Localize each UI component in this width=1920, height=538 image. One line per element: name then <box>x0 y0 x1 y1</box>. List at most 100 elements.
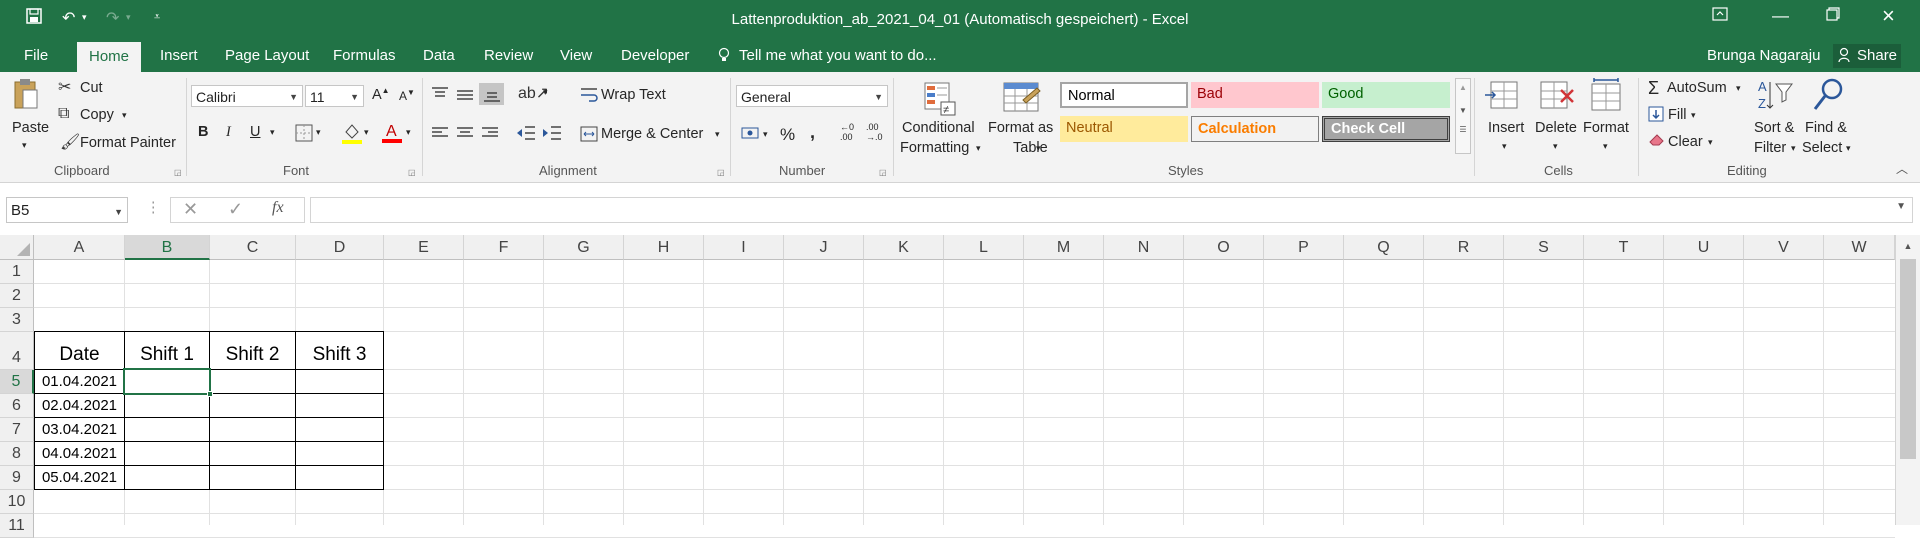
eraser-icon[interactable] <box>1648 132 1666 149</box>
tell-me-search[interactable]: Tell me what you want to do... <box>739 47 937 64</box>
merge-center-button[interactable]: Merge & Center <box>601 126 703 142</box>
column-header-e[interactable]: E <box>384 235 464 260</box>
scroll-down-icon[interactable]: ▼ <box>1456 106 1470 115</box>
wrap-text-icon[interactable] <box>580 87 598 106</box>
borders-icon[interactable] <box>295 124 313 145</box>
copy-dropdown-icon[interactable]: ▾ <box>122 110 127 121</box>
row-header-1[interactable]: 1 <box>0 260 34 284</box>
fill-color-icon[interactable] <box>342 122 362 147</box>
cell-d8[interactable] <box>295 441 384 466</box>
enter-icon[interactable]: ✓ <box>228 199 243 220</box>
column-header-t[interactable]: T <box>1584 235 1664 260</box>
align-middle-icon[interactable] <box>456 87 474 104</box>
wrap-text-button[interactable]: Wrap Text <box>601 87 666 103</box>
align-center-icon[interactable] <box>456 126 474 143</box>
sort-filter-label-1[interactable]: Sort & <box>1754 120 1794 136</box>
sort-filter-icon[interactable]: AZ <box>1758 78 1794 117</box>
orientation-dropdown-icon[interactable]: ▾ <box>543 87 548 98</box>
conditional-formatting-icon[interactable]: ≠ <box>924 82 956 119</box>
fill-handle[interactable] <box>207 391 213 397</box>
increase-font-icon[interactable]: A▲ <box>372 86 390 103</box>
clear-dropdown-icon[interactable]: ▾ <box>1708 137 1713 148</box>
row-header-8[interactable]: 8 <box>0 442 34 466</box>
decrease-decimal-icon[interactable]: .00 →.0 <box>866 122 883 142</box>
header-cell-d4[interactable]: Shift 3 <box>295 331 384 370</box>
scroll-up-icon[interactable]: ▲ <box>1896 241 1920 251</box>
cell-c8[interactable] <box>209 441 296 466</box>
header-cell-a4[interactable]: Date <box>34 331 125 370</box>
format-painter-button[interactable]: Format Painter <box>80 135 176 151</box>
cut-button[interactable]: Cut <box>80 80 103 96</box>
decrease-indent-icon[interactable] <box>516 125 536 144</box>
find-select-label-2[interactable]: Select <box>1802 140 1842 156</box>
row-header-5[interactable]: 5 <box>0 370 34 394</box>
scrollbar-thumb[interactable] <box>1900 259 1916 459</box>
align-bottom-button[interactable] <box>479 83 504 105</box>
cell-c5[interactable] <box>209 369 296 394</box>
conditional-formatting-label-1[interactable]: Conditional <box>902 120 975 136</box>
autosum-dropdown-icon[interactable]: ▾ <box>1736 83 1741 94</box>
accounting-format-icon[interactable] <box>741 125 761 144</box>
date-cell-a9[interactable]: 05.04.2021 <box>34 465 125 490</box>
row-header-6[interactable]: 6 <box>0 394 34 418</box>
font-color-dropdown-icon[interactable]: ▾ <box>406 127 411 138</box>
cell-d9[interactable] <box>295 465 384 490</box>
row-header-3[interactable]: 3 <box>0 308 34 332</box>
cell-c7[interactable] <box>209 417 296 442</box>
underline-button[interactable]: U <box>250 124 260 140</box>
paste-dropdown-icon[interactable]: ▾ <box>22 140 27 151</box>
column-header-l[interactable]: L <box>944 235 1024 260</box>
cancel-icon[interactable]: ✕ <box>183 199 198 220</box>
underline-dropdown-icon[interactable]: ▾ <box>270 127 275 138</box>
decrease-font-icon[interactable]: A▼ <box>399 88 415 103</box>
tab-review[interactable]: Review <box>484 47 533 64</box>
scroll-up-icon[interactable]: ▲ <box>1456 83 1470 92</box>
paste-label[interactable]: Paste <box>12 120 49 136</box>
date-cell-a7[interactable]: 03.04.2021 <box>34 417 125 442</box>
column-header-c[interactable]: C <box>210 235 296 260</box>
cell-d7[interactable] <box>295 417 384 442</box>
column-header-m[interactable]: M <box>1024 235 1104 260</box>
cut-icon[interactable]: ✂ <box>58 77 71 97</box>
format-painter-icon[interactable]: 🖌 <box>60 132 80 152</box>
row-header-7[interactable]: 7 <box>0 418 34 442</box>
styles-gallery-scroll[interactable]: ▲ ▼ ☰ <box>1455 78 1471 154</box>
insert-function-button[interactable]: fx <box>272 199 284 217</box>
style-check-cell[interactable]: Check Cell <box>1322 116 1450 142</box>
font-name-select[interactable]: Calibri ▼ <box>191 85 303 107</box>
column-header-s[interactable]: S <box>1504 235 1584 260</box>
paste-icon[interactable] <box>13 78 39 115</box>
tab-data[interactable]: Data <box>423 47 455 64</box>
cell-b7[interactable] <box>124 417 210 442</box>
column-header-p[interactable]: P <box>1264 235 1344 260</box>
format-as-table-label-1[interactable]: Format as <box>988 120 1053 136</box>
tab-file[interactable]: File <box>24 47 48 64</box>
fill-button[interactable]: Fill <box>1668 107 1687 123</box>
column-header-g[interactable]: G <box>544 235 624 260</box>
number-launcher-icon[interactable]: ◲ <box>879 168 887 177</box>
column-header-o[interactable]: O <box>1184 235 1264 260</box>
format-cells-button[interactable]: Format <box>1583 120 1629 136</box>
align-top-icon[interactable] <box>431 87 449 104</box>
close-icon[interactable]: × <box>1882 3 1895 29</box>
row-header-10[interactable]: 10 <box>0 490 34 514</box>
delete-dropdown-icon[interactable]: ▾ <box>1553 141 1558 152</box>
delete-cells-icon[interactable] <box>1539 80 1577 115</box>
find-select-icon[interactable] <box>1812 77 1844 116</box>
column-header-f[interactable]: F <box>464 235 544 260</box>
ribbon-display-options-icon[interactable] <box>1712 6 1728 26</box>
italic-button[interactable]: I <box>226 124 231 141</box>
font-size-select[interactable]: 11 ▼ <box>305 85 364 107</box>
insert-cells-icon[interactable] <box>1485 80 1523 115</box>
tab-insert[interactable]: Insert <box>160 47 198 64</box>
tab-formulas[interactable]: Formulas <box>333 47 396 64</box>
vertical-scrollbar[interactable]: ▲ <box>1895 235 1920 525</box>
column-header-a[interactable]: A <box>34 235 125 260</box>
date-cell-a6[interactable]: 02.04.2021 <box>34 393 125 418</box>
column-header-q[interactable]: Q <box>1344 235 1424 260</box>
date-cell-a8[interactable]: 04.04.2021 <box>34 441 125 466</box>
delete-cells-button[interactable]: Delete <box>1535 120 1577 136</box>
borders-dropdown-icon[interactable]: ▾ <box>316 127 321 138</box>
fill-color-dropdown-icon[interactable]: ▾ <box>364 127 369 138</box>
autosum-button[interactable]: AutoSum <box>1667 80 1727 96</box>
